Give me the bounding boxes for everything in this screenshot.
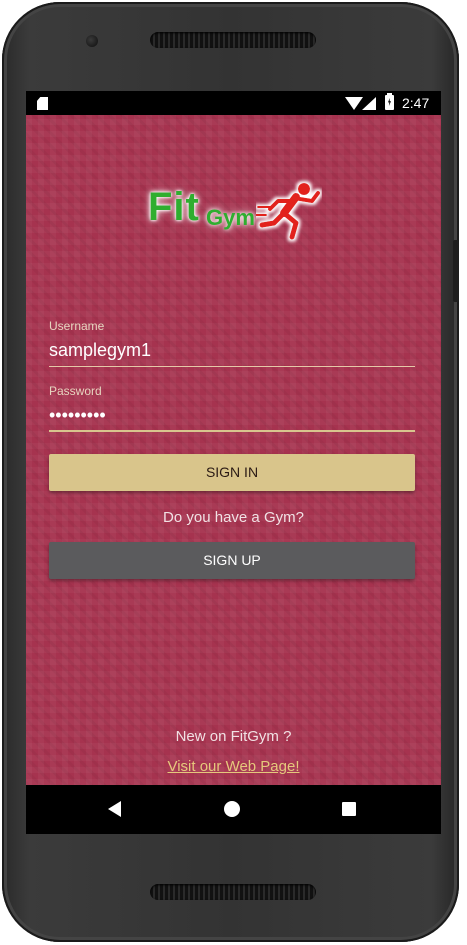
battery-charging-icon — [385, 93, 394, 110]
new-on-fitgym-text: New on FitGym ? — [175, 728, 292, 745]
logo-fit-text: Fit — [148, 185, 200, 229]
status-bar: 2:47 — [26, 91, 441, 115]
password-input[interactable]: ••••••••• — [49, 405, 414, 426]
login-screen: Fit Gym Username samplegym1 Password •••… — [26, 115, 441, 785]
back-icon[interactable] — [108, 801, 121, 817]
visit-web-page-link[interactable]: Visit our Web Page! — [26, 758, 441, 775]
fitgym-logo: Fit Gym — [144, 175, 324, 255]
username-label: Username — [49, 319, 105, 333]
bottom-speaker — [150, 884, 316, 900]
navigation-bar — [26, 785, 441, 834]
runner-icon — [256, 183, 320, 240]
sign-in-button[interactable]: SIGN IN — [49, 454, 415, 491]
logo-gym-text: Gym — [206, 205, 255, 230]
wifi-icon — [345, 97, 363, 110]
password-label: Password — [49, 384, 102, 398]
clock: 2:47 — [402, 95, 430, 111]
phone-frame: 2:47 Fit Gym Username samplegym1 Passwor… — [2, 2, 459, 942]
username-input[interactable] — [49, 340, 414, 361]
gym-question: Do you have a Gym? — [163, 509, 304, 526]
volume-button — [453, 240, 459, 302]
recents-icon[interactable] — [342, 802, 356, 816]
front-camera — [86, 35, 98, 47]
top-speaker — [150, 32, 316, 48]
password-underline — [49, 430, 415, 432]
signal-icon — [362, 97, 376, 110]
sd-card-icon — [37, 97, 48, 110]
screen: 2:47 Fit Gym Username samplegym1 Passwor… — [26, 91, 441, 834]
username-underline — [49, 366, 415, 367]
sign-up-button[interactable]: SIGN UP — [49, 542, 415, 579]
home-icon[interactable] — [224, 801, 240, 817]
